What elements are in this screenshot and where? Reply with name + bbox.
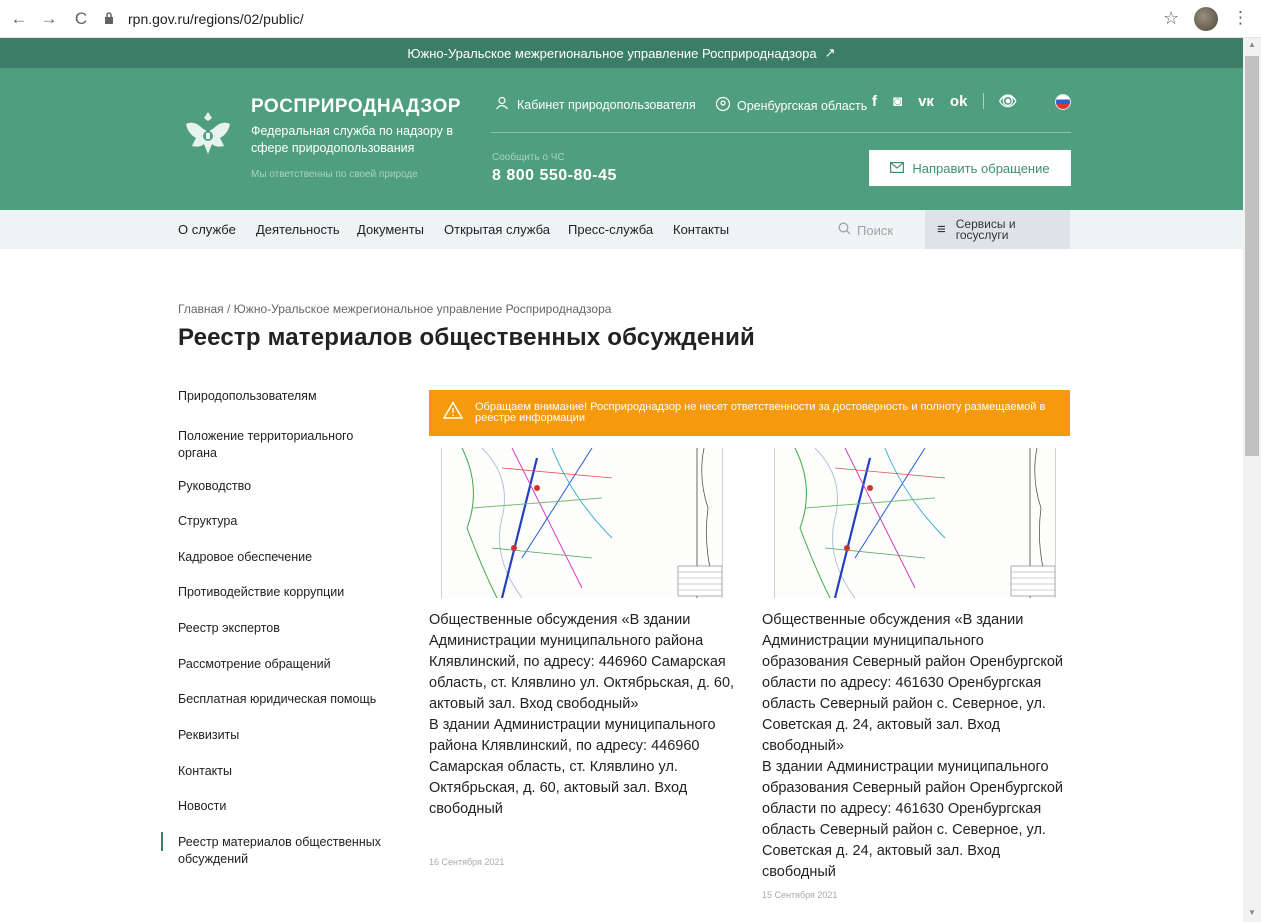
brand-name[interactable]: РОСПРИРОДНАДЗОР — [251, 96, 461, 118]
odnoklassniki-icon[interactable]: ok — [950, 93, 968, 110]
accessibility-eye-icon[interactable]: 👁 — [998, 92, 1017, 110]
regional-office-strip[interactable]: Южно-Уральское межрегиональное управлени… — [0, 38, 1243, 68]
forward-arrow-icon[interactable]: → — [38, 8, 60, 30]
scrollbar-thumb[interactable] — [1245, 56, 1259, 456]
coat-of-arms-logo[interactable] — [180, 106, 236, 162]
sidebar-item-requisites[interactable]: Реквизиты — [178, 727, 393, 744]
hamburger-menu-icon: ≡ — [937, 221, 946, 238]
user-icon — [495, 96, 509, 113]
emergency-label: Сообщить о ЧС — [492, 152, 565, 163]
main-nav: О службе Деятельность Документы Открытая… — [0, 210, 1243, 249]
back-arrow-icon[interactable]: ← — [8, 8, 30, 30]
sidebar-item-anticorruption[interactable]: Противодействие коррупции — [178, 584, 393, 601]
search-icon — [838, 222, 851, 238]
sidebar-item-news[interactable]: Новости — [178, 798, 393, 815]
warning-triangle-icon — [442, 401, 464, 425]
social-links: f ◙ vк ok 👁 — [872, 92, 1033, 111]
sidebar-item-public-discussions[interactable]: Реестр материалов общественных обсуждени… — [178, 834, 393, 868]
browser-menu-icon[interactable]: ⋮ — [1232, 8, 1249, 28]
card-map-thumbnail[interactable] — [774, 448, 1056, 598]
disclaimer-banner: Обращаем внимание! Росприроднадзор не не… — [429, 390, 1070, 436]
card-description[interactable]: Общественные обсуждения «В здании Админи… — [762, 610, 1072, 883]
services-label: Сервисы и госуслуги — [955, 216, 1016, 242]
nav-activity[interactable]: Деятельность — [256, 222, 340, 237]
sidebar-item-nature-users[interactable]: Природопользователям — [178, 388, 393, 405]
card-description[interactable]: Общественные обсуждения «В здании Админи… — [429, 610, 751, 820]
cabinet-label: Кабинет природопользователя — [517, 97, 696, 112]
hotline-phone[interactable]: 8 800 550-80-45 — [492, 167, 617, 185]
nav-open-service[interactable]: Открытая служба — [444, 222, 550, 237]
social-divider — [983, 93, 985, 109]
external-link-icon: ↗ — [824, 45, 836, 60]
language-flag-icon[interactable] — [1055, 94, 1071, 110]
card-date: 15 Сентября 2021 — [762, 890, 838, 900]
brand-subtitle: Федеральная служба по надзору в сфере пр… — [251, 124, 454, 155]
header-divider — [491, 132, 1071, 133]
instagram-icon[interactable]: ◙ — [893, 93, 902, 110]
page-title: Реестр материалов общественных обсуждени… — [178, 324, 755, 351]
region-selector[interactable]: Оренбургская область — [715, 96, 867, 115]
send-appeal-button[interactable]: Направить обращение — [869, 150, 1071, 186]
disclaimer-text: Обращаем внимание! Росприроднадзор не не… — [475, 401, 1046, 424]
lock-icon — [104, 11, 118, 26]
page-scrollbar[interactable]: ▲ ▼ — [1243, 38, 1261, 922]
card-date: 16 Сентября 2021 — [429, 857, 505, 867]
facebook-icon[interactable]: f — [872, 93, 877, 110]
brand-motto: Мы ответственны по своей природе — [251, 169, 418, 180]
scroll-up-arrow-icon[interactable]: ▲ — [1243, 40, 1261, 52]
browser-toolbar: ← → C rpn.gov.ru/regions/02/public/ ☆ ⋮ — [0, 0, 1261, 38]
site-header: РОСПРИРОДНАДЗОР Федеральная служба по на… — [0, 68, 1243, 210]
reload-icon[interactable]: C — [70, 8, 92, 30]
sidebar-item-regulations[interactable]: Положение территориального органа — [178, 428, 393, 462]
breadcrumb[interactable]: Главная / Южно-Уральское межрегиональное… — [178, 302, 611, 316]
vk-icon[interactable]: vк — [918, 93, 934, 110]
sidebar-item-staffing[interactable]: Кадровое обеспечение — [178, 549, 393, 566]
user-cabinet-link[interactable]: Кабинет природопользователя — [495, 96, 696, 113]
services-menu-button[interactable]: ≡ Сервисы и госуслуги — [925, 210, 1070, 249]
sidebar-active-indicator — [161, 832, 163, 851]
sidebar-item-structure[interactable]: Структура — [178, 513, 393, 530]
search-box[interactable]: Поиск — [838, 222, 893, 238]
nav-contacts[interactable]: Контакты — [673, 222, 729, 237]
nav-press[interactable]: Пресс-служба — [568, 222, 653, 237]
send-appeal-label: Направить обращение — [912, 160, 1050, 176]
profile-avatar[interactable] — [1194, 7, 1218, 31]
sidebar-item-experts[interactable]: Реестр экспертов — [178, 620, 393, 637]
region-label: Оренбургская область — [737, 98, 868, 113]
address-bar[interactable]: rpn.gov.ru/regions/02/public/ — [104, 4, 1144, 34]
location-pin-icon — [715, 96, 731, 115]
regional-office-link[interactable]: Южно-Уральское межрегиональное управлени… — [407, 46, 816, 61]
scroll-down-arrow-icon[interactable]: ▼ — [1243, 908, 1261, 920]
url-text: rpn.gov.ru/regions/02/public/ — [128, 10, 304, 27]
sidebar-item-legal-aid[interactable]: Бесплатная юридическая помощь — [178, 691, 393, 708]
nav-about[interactable]: О службе — [178, 222, 236, 237]
sidebar-item-contacts[interactable]: Контакты — [178, 763, 393, 780]
bookmark-star-icon[interactable]: ☆ — [1163, 8, 1179, 29]
nav-documents[interactable]: Документы — [357, 222, 424, 237]
sidebar-item-leadership[interactable]: Руководство — [178, 478, 393, 495]
envelope-icon — [890, 161, 905, 176]
card-map-thumbnail[interactable] — [441, 448, 723, 598]
search-placeholder: Поиск — [857, 222, 894, 238]
sidebar-item-appeals[interactable]: Рассмотрение обращений — [178, 656, 393, 673]
